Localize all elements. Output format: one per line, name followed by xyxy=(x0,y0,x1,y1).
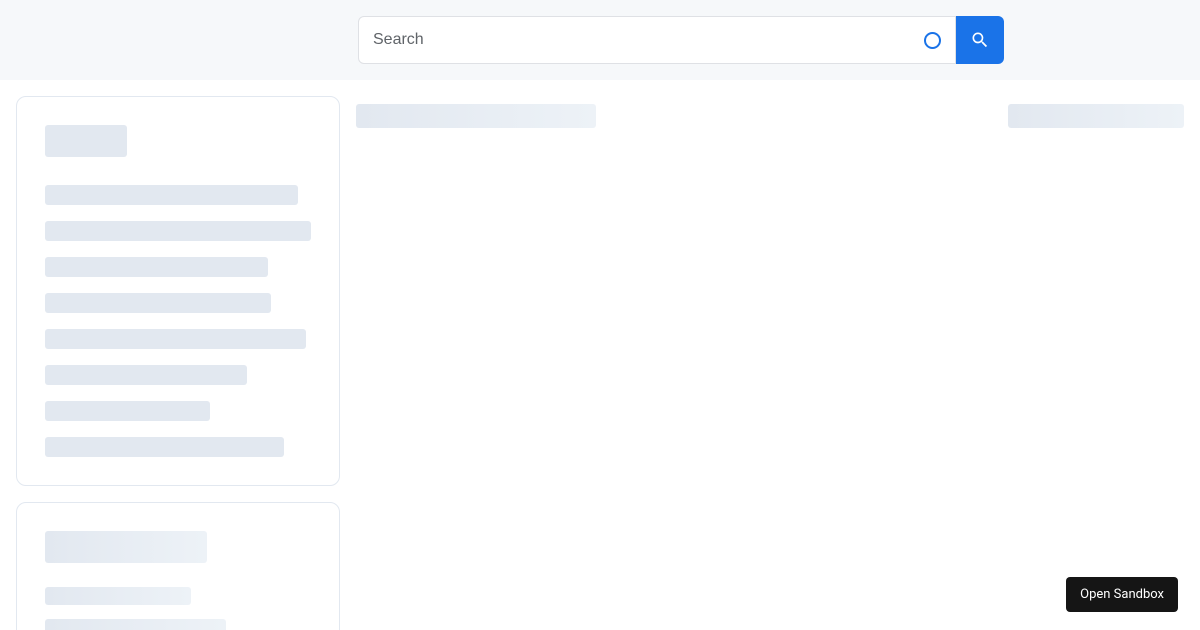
search-form xyxy=(358,16,1004,64)
search-box[interactable] xyxy=(358,16,956,64)
main-content xyxy=(356,96,1184,614)
content-area xyxy=(0,80,1200,630)
skeleton-page-meta xyxy=(1008,104,1184,128)
search-submit-button[interactable] xyxy=(956,16,1004,64)
sidebar-card-1 xyxy=(16,96,340,486)
skeleton-title xyxy=(45,531,207,563)
skeleton-line xyxy=(45,365,247,385)
loading-spinner-icon xyxy=(924,32,941,49)
skeleton-line xyxy=(45,587,191,605)
skeleton-line xyxy=(45,293,271,313)
search-input[interactable] xyxy=(373,31,916,49)
open-sandbox-button[interactable]: Open Sandbox xyxy=(1066,577,1178,612)
skeleton-title xyxy=(45,125,127,157)
skeleton-line xyxy=(45,221,311,241)
skeleton-line xyxy=(45,437,284,457)
skeleton-line xyxy=(45,257,268,277)
main-header xyxy=(356,96,1184,128)
sidebar xyxy=(16,96,340,614)
skeleton-line xyxy=(45,619,226,630)
skeleton-line xyxy=(45,401,210,421)
skeleton-page-title xyxy=(356,104,596,128)
skeleton-line xyxy=(45,329,306,349)
skeleton-line xyxy=(45,185,298,205)
header xyxy=(0,0,1200,80)
search-icon xyxy=(970,30,990,50)
sidebar-card-2 xyxy=(16,502,340,630)
